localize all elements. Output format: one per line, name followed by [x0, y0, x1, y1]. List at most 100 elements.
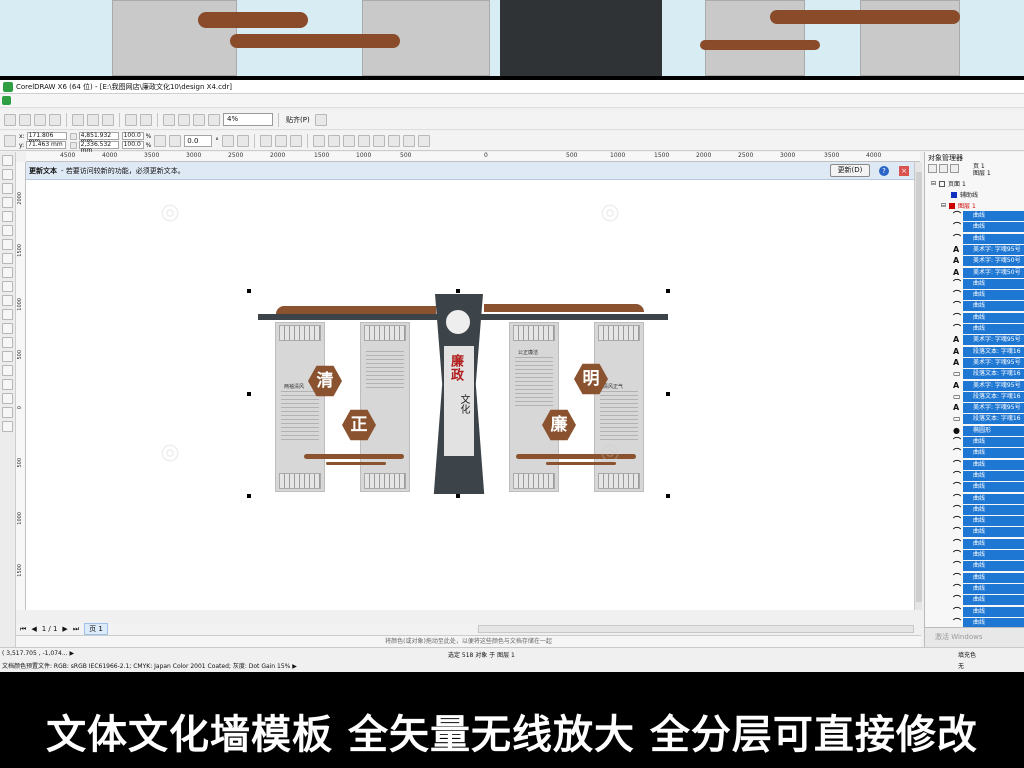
object-list-item[interactable]: 曲线 — [963, 324, 1024, 334]
zoom-tool-icon[interactable] — [2, 197, 13, 208]
blend-tool-icon[interactable] — [2, 351, 13, 362]
ungroup-all-icon[interactable] — [289, 134, 302, 147]
group-icon[interactable] — [259, 134, 272, 147]
smart-fill-icon[interactable] — [2, 225, 13, 236]
rotation-angle-field[interactable]: 0.0 — [184, 134, 213, 147]
document-icon[interactable] — [2, 96, 11, 105]
pick-tool-icon[interactable] — [2, 155, 13, 166]
selection-handle[interactable] — [247, 289, 251, 293]
connector-tool-icon[interactable] — [2, 337, 13, 348]
tree-guides-layer[interactable]: 辅助线 — [951, 189, 978, 200]
object-list-item[interactable]: 曲线 — [963, 448, 1024, 459]
tree-page-node[interactable]: ⊟ 页面 1 — [931, 178, 966, 189]
undo-icon[interactable] — [125, 113, 137, 126]
page-tab[interactable]: 页 1 — [84, 623, 108, 635]
text-tool-icon[interactable] — [2, 295, 13, 306]
selection-handle[interactable] — [666, 392, 670, 396]
options-icon[interactable] — [314, 113, 327, 126]
cut-icon[interactable] — [72, 113, 84, 126]
object-list-item[interactable]: 段落文本: 字魂16 — [963, 369, 1024, 380]
interactive-fill-icon[interactable] — [2, 421, 13, 432]
simplify-icon[interactable] — [357, 134, 370, 147]
fill-color-indicator[interactable]: 填充色 — [958, 650, 976, 659]
eyedropper-tool-icon[interactable] — [2, 379, 13, 390]
object-list-item[interactable]: 曲线 — [963, 222, 1024, 233]
object-list-item[interactable]: 曲线 — [963, 561, 1024, 572]
selection-handle[interactable] — [456, 494, 460, 498]
rotate-icon[interactable] — [169, 134, 182, 147]
back-minus-front-icon[interactable] — [387, 134, 400, 147]
table-tool-icon[interactable] — [2, 309, 13, 320]
object-list-item[interactable]: 段落文本: 字魂16 — [963, 391, 1024, 402]
object-list-item[interactable]: 段落文本: 字魂16 — [963, 346, 1024, 357]
y-position-field[interactable]: 71.463 mm — [26, 141, 67, 149]
object-list-item[interactable]: 段落文本: 字魂16 — [963, 414, 1024, 425]
document-palette[interactable]: 将颜色(或对象)拖动至此处，以便将这些颜色与文档存储在一起 — [16, 635, 921, 647]
horizontal-scrollbar[interactable] — [478, 625, 914, 633]
scroll-thumb[interactable] — [916, 172, 922, 602]
scale-y-field[interactable]: 100.0 — [121, 141, 144, 149]
fill-tool-icon[interactable] — [2, 407, 13, 418]
object-list-item[interactable]: 曲线 — [963, 538, 1024, 549]
polygon-tool-icon[interactable] — [2, 267, 13, 278]
open-icon[interactable] — [19, 113, 31, 126]
object-list-item[interactable]: 曲线 — [963, 550, 1024, 560]
save-icon[interactable] — [34, 113, 46, 126]
tree-layer-1[interactable]: ⊟ 图层 1 — [941, 200, 976, 211]
last-page-icon[interactable]: ⏭ — [73, 625, 79, 634]
object-list-item[interactable]: 美术字: 字魂50号 — [963, 256, 1024, 267]
object-list-item[interactable]: 椭圆形 — [963, 425, 1024, 436]
selection-handle[interactable] — [456, 289, 460, 293]
new-icon[interactable] — [4, 113, 16, 126]
object-list-item[interactable]: 曲线 — [963, 516, 1024, 527]
object-list-item[interactable]: 曲线 — [963, 493, 1024, 504]
basic-shapes-icon[interactable] — [2, 281, 13, 292]
ungroup-icon[interactable] — [274, 134, 287, 147]
create-boundary-icon[interactable] — [402, 134, 415, 147]
width-field[interactable]: 4,851.932 mm — [78, 132, 119, 145]
object-list-item[interactable]: 曲线 — [963, 572, 1024, 583]
object-list-item[interactable]: 曲线 — [963, 470, 1024, 481]
object-origin-icon[interactable] — [4, 134, 16, 147]
mirror-vertical-icon[interactable] — [236, 134, 249, 147]
object-list-item[interactable]: 美术字: 字魂95号 — [963, 335, 1024, 346]
copy-icon[interactable] — [87, 113, 99, 126]
snap-to-button[interactable]: 贴齐(P) — [284, 115, 312, 125]
application-launcher-icon[interactable] — [208, 113, 220, 126]
vertical-scrollbar[interactable] — [914, 162, 922, 610]
next-page-icon[interactable]: ▶ — [62, 625, 67, 633]
mirror-horizontal-icon[interactable] — [221, 134, 234, 147]
object-list-item[interactable]: 美术字: 字魂50号 — [963, 267, 1024, 278]
shape-tool-icon[interactable] — [2, 169, 13, 180]
scale-x-field[interactable]: 100.0 — [121, 132, 144, 140]
first-page-icon[interactable]: ⏮ — [20, 625, 26, 634]
object-list-item[interactable]: 曲线 — [963, 211, 1024, 221]
crop-tool-icon[interactable] — [2, 183, 13, 194]
layer-manager-view-icon[interactable] — [950, 164, 959, 173]
object-list-item[interactable]: 曲线 — [963, 290, 1024, 301]
object-list-item[interactable]: 曲线 — [963, 482, 1024, 493]
rectangle-tool-icon[interactable] — [2, 239, 13, 250]
lock-ratio-icon[interactable] — [154, 134, 167, 147]
culture-wall-artwork[interactable]: 两袖清风 公正廉洁 清风正气 清 正 明 廉 廉政 文化 — [26, 162, 914, 610]
trim-icon[interactable] — [327, 134, 340, 147]
redo-icon[interactable] — [140, 113, 152, 126]
object-list-item[interactable]: 曲线 — [963, 606, 1024, 617]
align-distribute-icon[interactable] — [417, 134, 430, 147]
selection-handle[interactable] — [666, 289, 670, 293]
object-list-item[interactable]: 曲线 — [963, 301, 1024, 312]
object-list-item[interactable]: 曲线 — [963, 278, 1024, 289]
publish-pdf-icon[interactable] — [193, 113, 205, 126]
selection-handle[interactable] — [666, 494, 670, 498]
edit-across-layers-icon[interactable] — [939, 164, 948, 173]
front-minus-back-icon[interactable] — [372, 134, 385, 147]
x-position-field[interactable]: 171.806 mm — [26, 132, 67, 145]
object-list-item[interactable]: 美术字: 字魂95号 — [963, 244, 1024, 255]
print-icon[interactable] — [49, 113, 61, 126]
height-field[interactable]: 2,336.532 mm — [78, 141, 119, 154]
show-properties-icon[interactable] — [928, 164, 937, 173]
object-list-item[interactable]: 曲线 — [963, 527, 1024, 538]
object-list-item[interactable]: 曲线 — [963, 437, 1024, 447]
ellipse-tool-icon[interactable] — [2, 253, 13, 264]
vertical-ruler[interactable]: 2000 1500 1000 500 0 500 1000 1500 — [16, 162, 26, 610]
